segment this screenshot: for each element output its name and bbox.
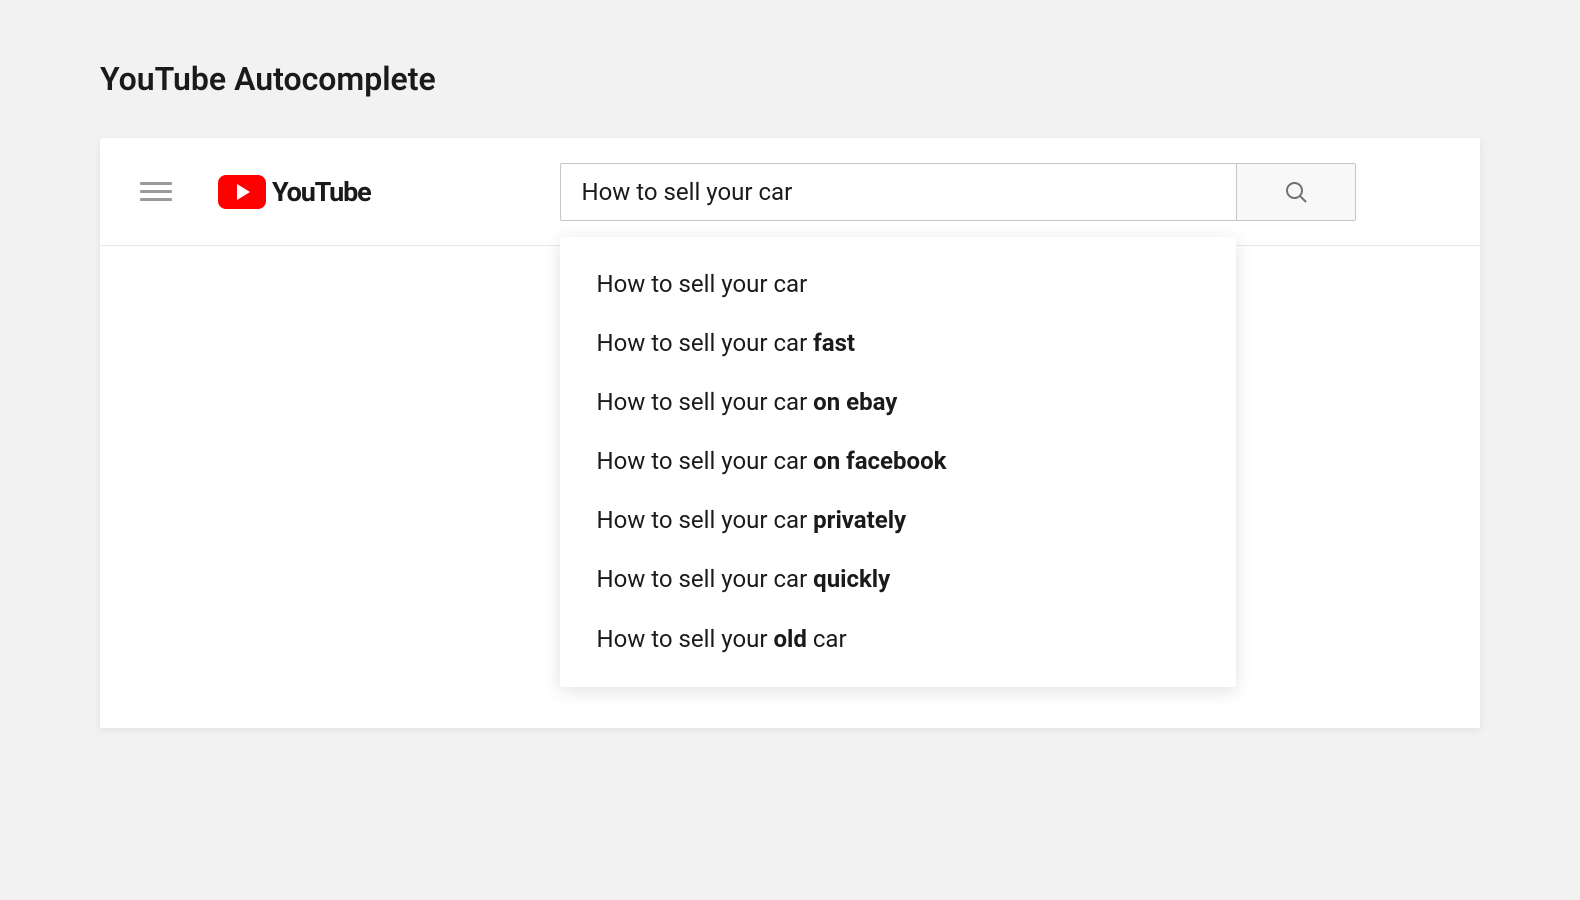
browser-frame: YouTube How to sell your carHow to sell … <box>100 138 1480 728</box>
youtube-play-icon <box>218 175 266 209</box>
autocomplete-suggestion[interactable]: How to sell your car <box>560 255 1236 314</box>
search-input[interactable] <box>560 163 1236 221</box>
autocomplete-suggestion[interactable]: How to sell your old car <box>560 610 1236 669</box>
youtube-logo-text: YouTube <box>272 176 370 208</box>
autocomplete-suggestion[interactable]: How to sell your car fast <box>560 314 1236 373</box>
youtube-logo[interactable]: YouTube <box>218 175 370 209</box>
search-button[interactable] <box>1236 163 1356 221</box>
autocomplete-suggestion[interactable]: How to sell your car on ebay <box>560 373 1236 432</box>
search-container: How to sell your carHow to sell your car… <box>560 163 1356 221</box>
autocomplete-suggestion[interactable]: How to sell your car quickly <box>560 550 1236 609</box>
topbar: YouTube How to sell your carHow to sell … <box>100 138 1480 246</box>
autocomplete-dropdown: How to sell your carHow to sell your car… <box>560 237 1236 687</box>
autocomplete-suggestion[interactable]: How to sell your car privately <box>560 491 1236 550</box>
page-title: YouTube Autocomplete <box>100 60 1480 98</box>
search-icon <box>1284 180 1308 204</box>
autocomplete-suggestion[interactable]: How to sell your car on facebook <box>560 432 1236 491</box>
menu-icon[interactable] <box>140 182 172 201</box>
